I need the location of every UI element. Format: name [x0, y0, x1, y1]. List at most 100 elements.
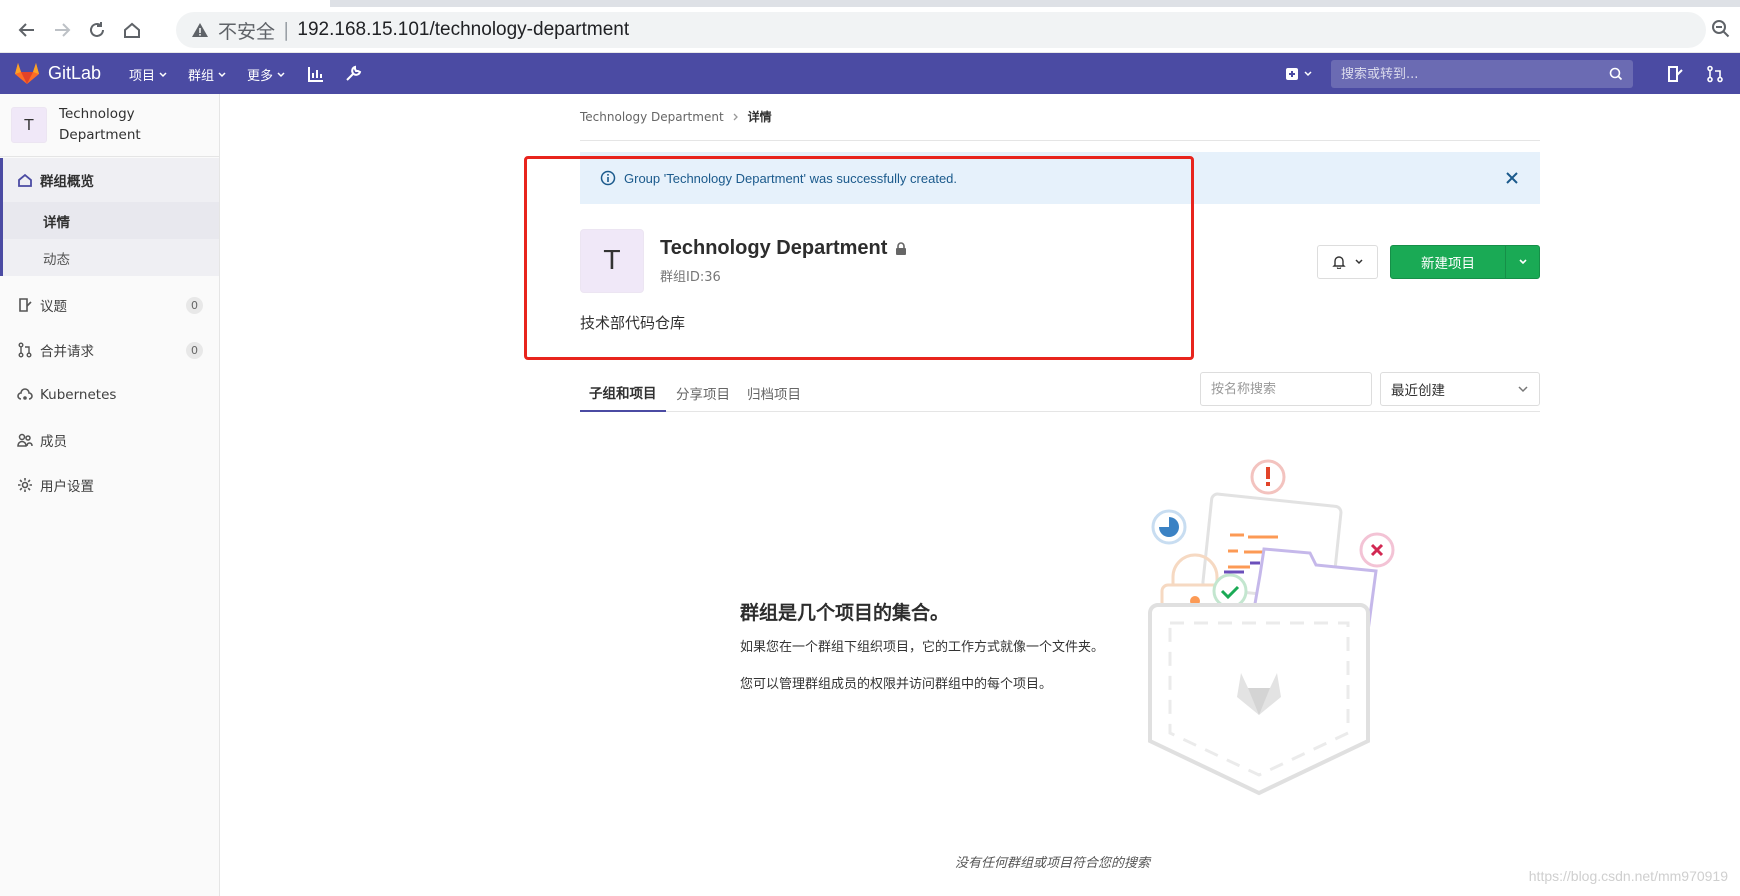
home-icon[interactable] [119, 17, 145, 43]
merge-requests-icon[interactable] [1704, 63, 1726, 85]
menu-more-label: 更多 [247, 69, 274, 84]
gitlab-header: GitLab 项目 群组 更多 [0, 53, 1740, 94]
empty-group-illustration [1148, 459, 1395, 796]
menu-more[interactable]: 更多 [247, 65, 286, 84]
sidebar-item-merge-requests[interactable]: 合并请求 0 [0, 328, 219, 372]
sidebar-subitem-activity[interactable]: 动态 [0, 239, 219, 276]
forward-icon[interactable] [49, 17, 75, 43]
issues-count-badge: 0 [186, 296, 203, 314]
sidebar-group-name: Technology Department [59, 104, 141, 146]
sidebar-item-kubernetes[interactable]: Kubernetes [0, 373, 219, 417]
empty-state-line2: 您可以管理群组成员的权限并访问群组中的每个项目。 [740, 677, 1053, 692]
new-dropdown-icon[interactable] [1283, 63, 1317, 85]
url-separator: | [283, 19, 290, 41]
issues-icon [16, 296, 34, 314]
sidebar-group-header[interactable]: T Technology Department [0, 94, 219, 157]
warning-icon [190, 20, 210, 40]
url-text: 192.168.15.101/technology-department [297, 19, 630, 40]
gear-icon [16, 476, 34, 494]
admin-wrench-icon[interactable] [342, 63, 364, 85]
sort-dropdown[interactable]: 最近创建 [1380, 372, 1540, 406]
no-results-text: 没有任何群组或项目符合您的搜索 [955, 856, 1151, 871]
header-search[interactable] [1331, 60, 1633, 88]
menu-groups[interactable]: 群组 [188, 65, 227, 84]
breadcrumb-parent[interactable]: Technology Department [580, 110, 724, 124]
chevron-down-icon [159, 71, 167, 77]
tab-archived-projects[interactable]: 归档项目 [747, 374, 801, 412]
group-name-line2: Department [59, 127, 141, 143]
new-project-label: 新建项目 [1421, 256, 1475, 272]
menu-projects[interactable]: 项目 [129, 65, 168, 84]
merge-request-icon [16, 341, 34, 359]
chevron-down-icon [1354, 259, 1363, 265]
sidebar-item-label: 群组概览 [40, 174, 94, 190]
tab-label: 分享项目 [676, 387, 730, 403]
group-description: 技术部代码仓库 [580, 314, 686, 332]
tab-label: 归档项目 [747, 387, 801, 403]
group-name-line1: Technology [59, 106, 135, 122]
sidebar-item-label: 成员 [40, 434, 67, 450]
sidebar-item-label: 议题 [40, 299, 67, 315]
group-id: 群组ID:36 [660, 270, 721, 285]
sidebar-subitem-label: 动态 [43, 251, 70, 268]
breadcrumb-current: 详情 [747, 110, 772, 124]
chevron-right-icon [733, 113, 738, 120]
sidebar-item-settings[interactable]: 用户设置 [0, 463, 219, 507]
users-icon [16, 431, 34, 449]
sidebar-item-label: 用户设置 [40, 479, 94, 495]
cloud-gear-icon [16, 386, 34, 404]
address-bar[interactable]: 不安全 | 192.168.15.101/technology-departme… [176, 12, 1706, 48]
merge-requests-count-badge: 0 [186, 341, 203, 359]
sort-value: 最近创建 [1391, 383, 1445, 399]
sidebar-item-issues[interactable]: 议题 0 [0, 283, 219, 327]
zoom-icon[interactable] [1710, 18, 1734, 42]
todo-issues-icon[interactable] [1664, 63, 1686, 85]
breadcrumb-divider [580, 140, 1540, 141]
sidebar-item-label: Kubernetes [40, 387, 117, 403]
breadcrumb: Technology Department 详情 [580, 108, 772, 125]
sidebar-item-overview[interactable]: 群组概览 [0, 158, 219, 202]
notification-dropdown-button[interactable] [1317, 245, 1378, 279]
group-avatar: T [580, 229, 644, 293]
sidebar-item-members[interactable]: 成员 [0, 418, 219, 462]
group-sidebar: T Technology Department 群组概览 详情 动态 议题 0 … [0, 94, 220, 896]
flash-message: Group 'Technology Department' was succes… [624, 170, 958, 186]
tab-subgroups-projects[interactable]: 子组和项目 [580, 374, 666, 412]
chevron-down-icon [277, 71, 285, 77]
search-input[interactable] [1341, 66, 1609, 82]
close-icon[interactable] [1502, 168, 1522, 188]
lock-icon [896, 241, 907, 255]
bell-icon [1331, 256, 1346, 269]
tab-label: 子组和项目 [589, 386, 657, 402]
back-icon[interactable] [14, 17, 40, 43]
tanuki-icon [15, 63, 39, 84]
group-title: Technology Department [660, 237, 888, 259]
filter-by-name-input[interactable] [1200, 372, 1372, 406]
search-icon [1609, 67, 1623, 81]
browser-tab-strip [0, 0, 1740, 7]
new-project-dropdown-toggle[interactable] [1505, 246, 1539, 278]
reload-icon[interactable] [84, 17, 110, 43]
page-title: Technology Department [660, 237, 907, 260]
chevron-down-icon [218, 71, 226, 77]
chevron-down-icon [1518, 386, 1528, 393]
sidebar-item-label: 合并请求 [40, 344, 94, 360]
sidebar-subitem-label: 详情 [43, 214, 70, 231]
tab-shared-projects[interactable]: 分享项目 [676, 374, 730, 412]
menu-projects-label: 项目 [129, 69, 156, 84]
empty-state-title: 群组是几个项目的集合。 [740, 602, 950, 624]
new-project-button[interactable]: 新建项目 [1390, 245, 1540, 279]
gitlab-logo[interactable]: GitLab [14, 61, 101, 85]
brand-name: GitLab [48, 62, 102, 83]
watermark: https://blog.csdn.net/mm970919 [1528, 868, 1728, 884]
sidebar-subitem-details[interactable]: 详情 [0, 202, 219, 239]
browser-toolbar: 不安全 | 192.168.15.101/technology-departme… [0, 0, 1740, 53]
security-label: 不安全 [218, 21, 276, 43]
home-icon [16, 171, 34, 189]
activity-chart-icon[interactable] [305, 63, 327, 85]
flash-notice: Group 'Technology Department' was succes… [580, 152, 1540, 204]
group-avatar-small: T [11, 107, 47, 143]
empty-state-line1: 如果您在一个群组下组织项目，它的工作方式就像一个文件夹。 [740, 640, 1105, 655]
info-icon [600, 170, 616, 186]
menu-groups-label: 群组 [188, 69, 215, 84]
